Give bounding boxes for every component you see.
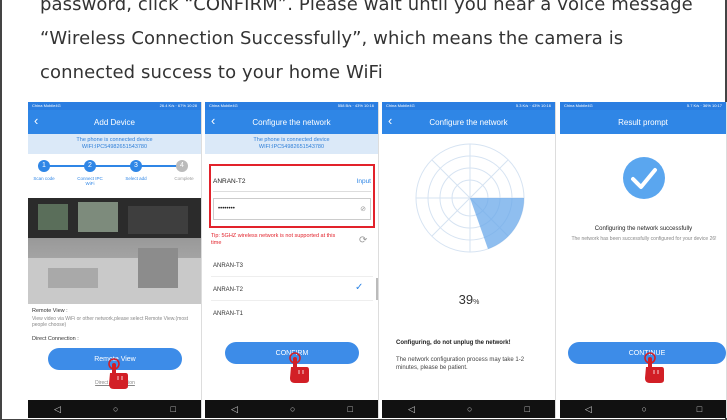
- instruction-line-2: “Wireless Connection Successfully”, whic…: [40, 28, 624, 49]
- status-bar: China Mobile4G 5.7 K/s · 36% 10:17: [560, 102, 726, 110]
- ssid-field[interactable]: ANRAN-T2 Input: [213, 172, 371, 192]
- step-label-4: Complete: [174, 176, 194, 181]
- patience-note: The network configuration process may ta…: [396, 357, 525, 371]
- carrier-text: China Mobile4G: [386, 103, 415, 108]
- back-icon[interactable]: ‹: [211, 113, 215, 129]
- progress-percent: 39%: [382, 292, 555, 307]
- pointing-hand-icon: [108, 358, 128, 389]
- back-nav-icon[interactable]: ◁: [54, 404, 61, 415]
- network-item-selected[interactable]: ANRAN-T2: [213, 287, 243, 293]
- success-title: Configuring the network successfully: [594, 226, 693, 232]
- status-bar: China Mobile4G 5.3 K/s · 43% 10:16: [382, 102, 555, 110]
- info-wifi: WIFI:IPC54982651543780: [258, 144, 325, 150]
- info-line: The phone is connected device: [253, 137, 330, 143]
- android-nav-bar: ◁ ○ □: [560, 400, 726, 418]
- page-title: Configure the network: [429, 117, 508, 127]
- home-nav-icon[interactable]: ○: [642, 404, 647, 414]
- info-wifi: WIFI:IPC54982651543780: [81, 144, 148, 150]
- success-check-icon: [623, 157, 665, 199]
- android-nav-bar: ◁ ○ □: [28, 400, 201, 418]
- home-nav-icon[interactable]: ○: [290, 404, 295, 414]
- back-nav-icon[interactable]: ◁: [585, 404, 592, 415]
- step-label-2: Connect IPC WiFi: [77, 176, 103, 186]
- pointing-hand-icon: [289, 352, 309, 383]
- recent-nav-icon[interactable]: □: [525, 404, 530, 414]
- recent-nav-icon[interactable]: □: [171, 404, 176, 414]
- direct-connection-heading: Direct Connection :: [32, 336, 79, 342]
- status-bar: China Mobile4G 558 B/s · 43% 10:16: [205, 102, 378, 110]
- camera-preview-scene: [28, 198, 201, 304]
- android-nav-bar: ◁ ○ □: [382, 400, 555, 418]
- step-progress-line: [44, 165, 182, 167]
- status-info: 5.7 K/s · 36% 10:17: [686, 103, 722, 108]
- phone-screen-add-device: China Mobile4G 26.4 K/s · 67% 10:28 ‹ Ad…: [28, 102, 202, 418]
- divider: [211, 300, 373, 301]
- instruction-line-1: password, click “CONFIRM”. Please wait u…: [40, 0, 693, 15]
- percent-unit: %: [473, 299, 480, 306]
- password-value: ••••••••: [218, 206, 235, 212]
- pointing-hand-icon: [644, 352, 664, 383]
- ssid-value: ANRAN-T2: [213, 178, 246, 185]
- status-bar: China Mobile4G 26.4 K/s · 67% 10:28: [28, 102, 201, 110]
- title-bar: ‹ Add Device: [28, 110, 201, 134]
- status-info: 5.3 K/s · 43% 10:16: [515, 103, 551, 108]
- remote-view-heading: Remote View :: [32, 308, 68, 314]
- scrollbar[interactable]: [376, 278, 378, 300]
- info-line: The phone is connected device: [76, 137, 153, 143]
- refresh-icon[interactable]: ⟳: [359, 235, 367, 246]
- tip-text: Tip: 5GHZ wireless network is not suppor…: [211, 233, 336, 246]
- radar-progress-graphic: [415, 143, 525, 253]
- connected-device-info: The phone is connected device WIFI:IPC54…: [28, 134, 201, 154]
- step-label-1: Scan code: [33, 176, 55, 181]
- carrier-text: China Mobile4G: [32, 103, 61, 108]
- success-desc: The network has been successfully config…: [571, 236, 717, 242]
- connected-device-info: The phone is connected device WIFI:IPC54…: [205, 134, 378, 154]
- back-nav-icon[interactable]: ◁: [231, 404, 238, 415]
- step-4: 4: [176, 160, 188, 172]
- page-title: Result prompt: [618, 117, 668, 127]
- eye-hidden-icon[interactable]: ⊘: [360, 205, 366, 213]
- title-bar: Result prompt: [560, 110, 726, 134]
- phone-screen-configure-network: China Mobile4G 558 B/s · 43% 10:16 ‹ Con…: [205, 102, 379, 418]
- step-2: 2: [84, 160, 96, 172]
- carrier-text: China Mobile4G: [209, 103, 238, 108]
- step-1: 1: [38, 160, 50, 172]
- carrier-text: China Mobile4G: [564, 103, 593, 108]
- status-info: 26.4 K/s · 67% 10:28: [159, 103, 197, 108]
- phone-screen-configuring: China Mobile4G 5.3 K/s · 43% 10:16 ‹ Con…: [382, 102, 556, 418]
- step-3: 3: [130, 160, 142, 172]
- divider: [211, 276, 373, 277]
- percent-value: 39: [458, 292, 474, 307]
- page-title: Configure the network: [252, 117, 331, 127]
- network-item[interactable]: ANRAN-T3: [213, 263, 243, 269]
- recent-nav-icon[interactable]: □: [697, 404, 702, 414]
- back-icon[interactable]: ‹: [34, 113, 38, 129]
- input-link[interactable]: Input: [357, 178, 371, 185]
- back-icon[interactable]: ‹: [388, 113, 392, 129]
- home-nav-icon[interactable]: ○: [467, 404, 472, 414]
- warning-text: Configuring, do not unplug the network!: [396, 340, 511, 346]
- back-nav-icon[interactable]: ◁: [408, 404, 415, 415]
- camera-preview: [28, 198, 201, 304]
- recent-nav-icon[interactable]: □: [348, 404, 353, 414]
- page-title: Add Device: [94, 117, 135, 127]
- step-label-3: Select add: [125, 176, 147, 181]
- network-item[interactable]: ANRAN-T1: [213, 311, 243, 317]
- remote-view-desc: View video via WiFi or other network,ple…: [32, 316, 188, 328]
- password-field[interactable]: •••••••• ⊘: [213, 198, 371, 220]
- check-icon: ✓: [355, 282, 364, 293]
- title-bar: ‹ Configure the network: [382, 110, 555, 134]
- title-bar: ‹ Configure the network: [205, 110, 378, 134]
- status-info: 558 B/s · 43% 10:16: [337, 103, 374, 108]
- home-nav-icon[interactable]: ○: [113, 404, 118, 414]
- phone-screen-result: China Mobile4G 5.7 K/s · 36% 10:17 Resul…: [560, 102, 727, 418]
- android-nav-bar: ◁ ○ □: [205, 400, 378, 418]
- instruction-line-3: connected success to your home WiFi: [40, 62, 383, 83]
